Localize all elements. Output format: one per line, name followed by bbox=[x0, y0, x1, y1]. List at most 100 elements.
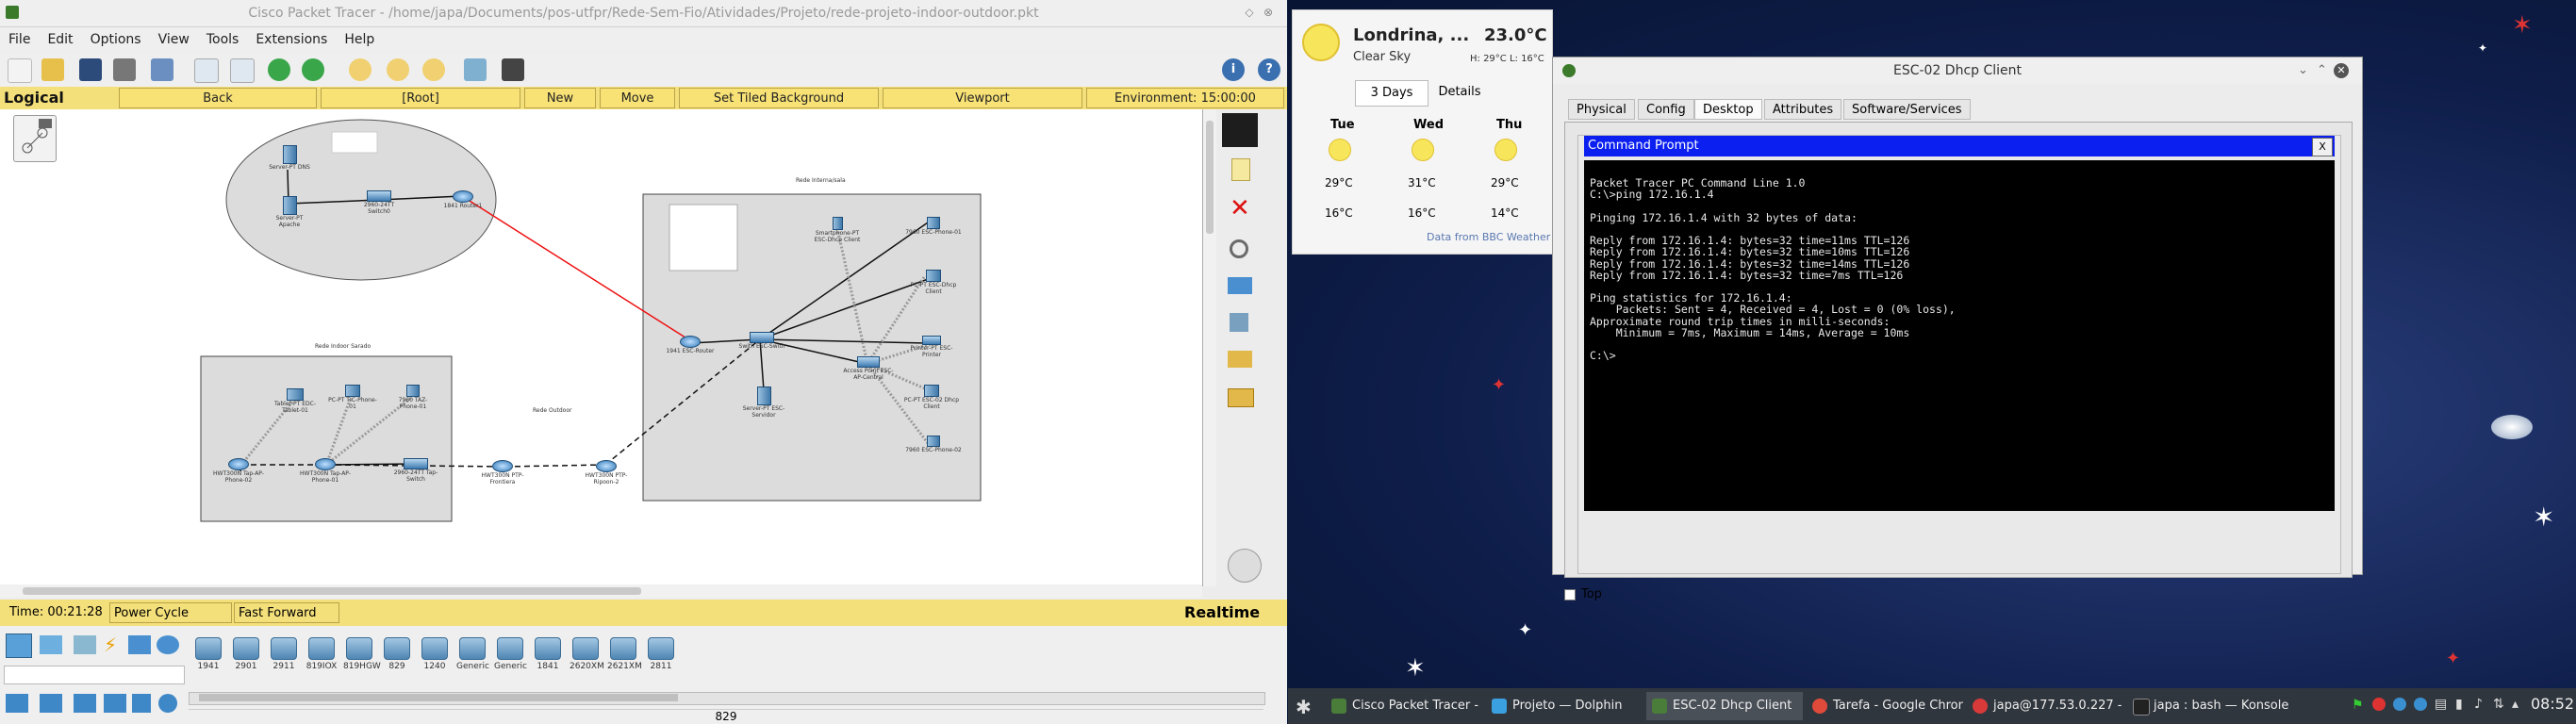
device-phone-02[interactable]: 7960 ESC-Phone-02 bbox=[905, 436, 962, 453]
bridge-subtype-icon[interactable] bbox=[104, 694, 126, 713]
environment-button[interactable]: Environment: 15:00:00 bbox=[1086, 88, 1284, 108]
connections-category-icon[interactable]: ⚡ bbox=[104, 634, 123, 656]
logical-workspace[interactable]: Rede Interna/sala Rede Indoor Sarado Red… bbox=[0, 109, 1203, 586]
hubs-category-icon[interactable] bbox=[74, 635, 96, 654]
task-chrome[interactable]: Tarefa - Google Chrome bbox=[1807, 692, 1963, 720]
realtime-clock-icon[interactable] bbox=[1228, 549, 1262, 583]
notification-icon[interactable] bbox=[2372, 698, 2386, 711]
task-dhcp-client[interactable]: ESC-02 Dhcp Client bbox=[1646, 692, 1803, 720]
wan-emulation-category-icon[interactable] bbox=[157, 635, 179, 654]
firewall-subtype-icon[interactable] bbox=[158, 694, 177, 713]
inspect-tool-icon[interactable] bbox=[1230, 239, 1248, 258]
redo-icon[interactable] bbox=[302, 58, 324, 81]
routers-category-icon[interactable] bbox=[6, 634, 32, 658]
top-checkbox[interactable] bbox=[1564, 589, 1576, 601]
undo-icon[interactable] bbox=[268, 58, 290, 81]
simple-pdu-icon[interactable] bbox=[1228, 351, 1252, 368]
menu-view[interactable]: View bbox=[150, 27, 198, 52]
device-panel-scrollbar[interactable] bbox=[189, 692, 1265, 705]
task-ssh-terminal[interactable]: japa@177.53.0.227 - T... bbox=[1967, 692, 2123, 720]
device-tablet[interactable]: Tablet-PT EDC-Tablet-01 bbox=[268, 388, 322, 414]
device-model-2911[interactable]: 2911 bbox=[268, 637, 300, 671]
device-tap-ap-phone-02[interactable]: HWT300N Tap-AP-Phone-02 bbox=[211, 458, 266, 484]
device-taz-phone-01[interactable]: 7960 TAZ-Phone-01 bbox=[390, 385, 436, 410]
updates-icon[interactable] bbox=[2393, 698, 2406, 711]
tray-expand-icon[interactable]: ▴ bbox=[2512, 697, 2518, 712]
network-icon[interactable]: ⇅ bbox=[2493, 697, 2504, 712]
volume-icon[interactable]: ♪ bbox=[2474, 697, 2483, 712]
device-model-generic-2[interactable]: Generic bbox=[494, 637, 527, 671]
select-tool-icon[interactable] bbox=[1222, 113, 1258, 147]
zoom-reset-icon[interactable] bbox=[387, 58, 409, 81]
menu-options[interactable]: Options bbox=[82, 27, 150, 52]
device-model-generic-1[interactable]: Generic bbox=[456, 637, 489, 671]
menu-extensions[interactable]: Extensions bbox=[247, 27, 336, 52]
save-icon[interactable] bbox=[79, 58, 102, 81]
paste-icon[interactable] bbox=[230, 58, 255, 83]
device-switch0[interactable]: 2960-24TT Switch0 bbox=[355, 190, 403, 215]
end-devices-category-icon[interactable] bbox=[128, 635, 151, 654]
device-printer[interactable]: Printer-PT ESC-Printer bbox=[903, 336, 960, 358]
horizontal-scrollbar[interactable] bbox=[0, 584, 1202, 598]
palette-icon[interactable] bbox=[464, 58, 487, 81]
clipboard-icon[interactable]: ▤ bbox=[2435, 697, 2447, 712]
menu-edit[interactable]: Edit bbox=[39, 27, 81, 52]
zoom-out-icon[interactable] bbox=[422, 58, 445, 81]
minimize-icon[interactable]: ◇ bbox=[1243, 6, 1256, 19]
close-icon[interactable]: ✕ bbox=[2334, 63, 2349, 78]
device-model-1941[interactable]: 1941 bbox=[192, 637, 224, 671]
cluster-icon[interactable] bbox=[13, 115, 57, 162]
fast-forward-button[interactable]: Fast Forward Time bbox=[234, 602, 339, 641]
tab-physical[interactable]: Physical bbox=[1568, 99, 1635, 120]
close-icon[interactable]: ⊗ bbox=[1262, 6, 1275, 19]
info-icon[interactable]: i bbox=[1222, 58, 1245, 81]
copy-icon[interactable] bbox=[194, 58, 219, 83]
switches-category-icon[interactable] bbox=[40, 635, 62, 654]
device-model-2811[interactable]: 2811 bbox=[645, 637, 677, 671]
device-pc-phone-01[interactable]: PC-PT TIC-Phone-01 bbox=[328, 385, 377, 410]
maximize-icon[interactable]: ⌃ bbox=[2317, 58, 2327, 84]
tab-attributes[interactable]: Attributes bbox=[1764, 99, 1842, 120]
back-button[interactable]: Back bbox=[119, 88, 317, 108]
cloud-subtype-icon[interactable] bbox=[40, 694, 62, 713]
device-pc-dhcp[interactable]: PC-PT ESC-Dhcp Client bbox=[905, 270, 962, 295]
device-model-2901[interactable]: 2901 bbox=[230, 637, 262, 671]
weather-source-link[interactable]: Data from BBC Weather bbox=[1427, 231, 1550, 243]
zoom-in-icon[interactable] bbox=[349, 58, 372, 81]
viewport-button[interactable]: Viewport bbox=[883, 88, 1082, 108]
device-model-2621xm[interactable]: 2621XM bbox=[607, 637, 642, 671]
delete-tool-icon[interactable]: ✕ bbox=[1230, 196, 1250, 221]
app-launcher-icon[interactable]: ✱ bbox=[1296, 696, 1312, 718]
command-prompt-close-button[interactable]: X bbox=[2312, 138, 2333, 156]
clock[interactable]: 08:52 bbox=[2531, 695, 2574, 713]
device-tap-ap-phone-01[interactable]: HWT300N Tap-AP-Phone-01 bbox=[298, 458, 353, 484]
device-ap-central[interactable]: Access Point ESC-AP-Central bbox=[839, 356, 898, 381]
new-file-icon[interactable] bbox=[8, 58, 32, 83]
device-esc-server[interactable]: Server-PT ESC-Servidor bbox=[737, 387, 790, 419]
device-esc-router[interactable]: 1941 ESC-Router bbox=[666, 336, 715, 354]
terminal-output[interactable]: Packet Tracer PC Command Line 1.0 C:\>pin… bbox=[1584, 160, 2335, 511]
device-smartphone[interactable]: Smartphone-PT ESC-Dhcp Client bbox=[809, 217, 866, 243]
vertical-scrollbar[interactable] bbox=[1203, 109, 1216, 586]
task-packet-tracer[interactable]: Cisco Packet Tracer - /... bbox=[1326, 692, 1482, 720]
tiled-background-button[interactable]: Set Tiled Background bbox=[679, 88, 879, 108]
modem-subtype-icon[interactable] bbox=[74, 694, 96, 713]
device-model-1841[interactable]: 1841 bbox=[532, 637, 564, 671]
device-model-819hgw[interactable]: 819HGW bbox=[343, 637, 381, 671]
flag-icon[interactable]: ⚑ bbox=[2352, 698, 2365, 713]
root-button[interactable]: [Root] bbox=[321, 88, 520, 108]
device-model-829[interactable]: 829 bbox=[381, 637, 413, 671]
tab-config[interactable]: Config bbox=[1638, 99, 1694, 120]
activity-wizard-icon[interactable] bbox=[151, 58, 173, 81]
task-konsole[interactable]: japa : bash — Konsole bbox=[2127, 692, 2297, 720]
menu-file[interactable]: File bbox=[0, 27, 39, 52]
tab-desktop[interactable]: Desktop bbox=[1694, 99, 1762, 120]
print-icon[interactable] bbox=[113, 58, 136, 81]
open-folder-icon[interactable] bbox=[41, 58, 64, 81]
complex-pdu-icon[interactable] bbox=[1228, 388, 1254, 407]
device-model-819iox[interactable]: 819IOX bbox=[305, 637, 338, 671]
realtime-label[interactable]: Realtime bbox=[1184, 603, 1260, 621]
device-esc-switch[interactable]: Swith ESC-Swith bbox=[737, 332, 786, 350]
tab-3-days[interactable]: 3 Days bbox=[1355, 80, 1428, 107]
move-object-button[interactable]: Move Object bbox=[600, 88, 675, 126]
